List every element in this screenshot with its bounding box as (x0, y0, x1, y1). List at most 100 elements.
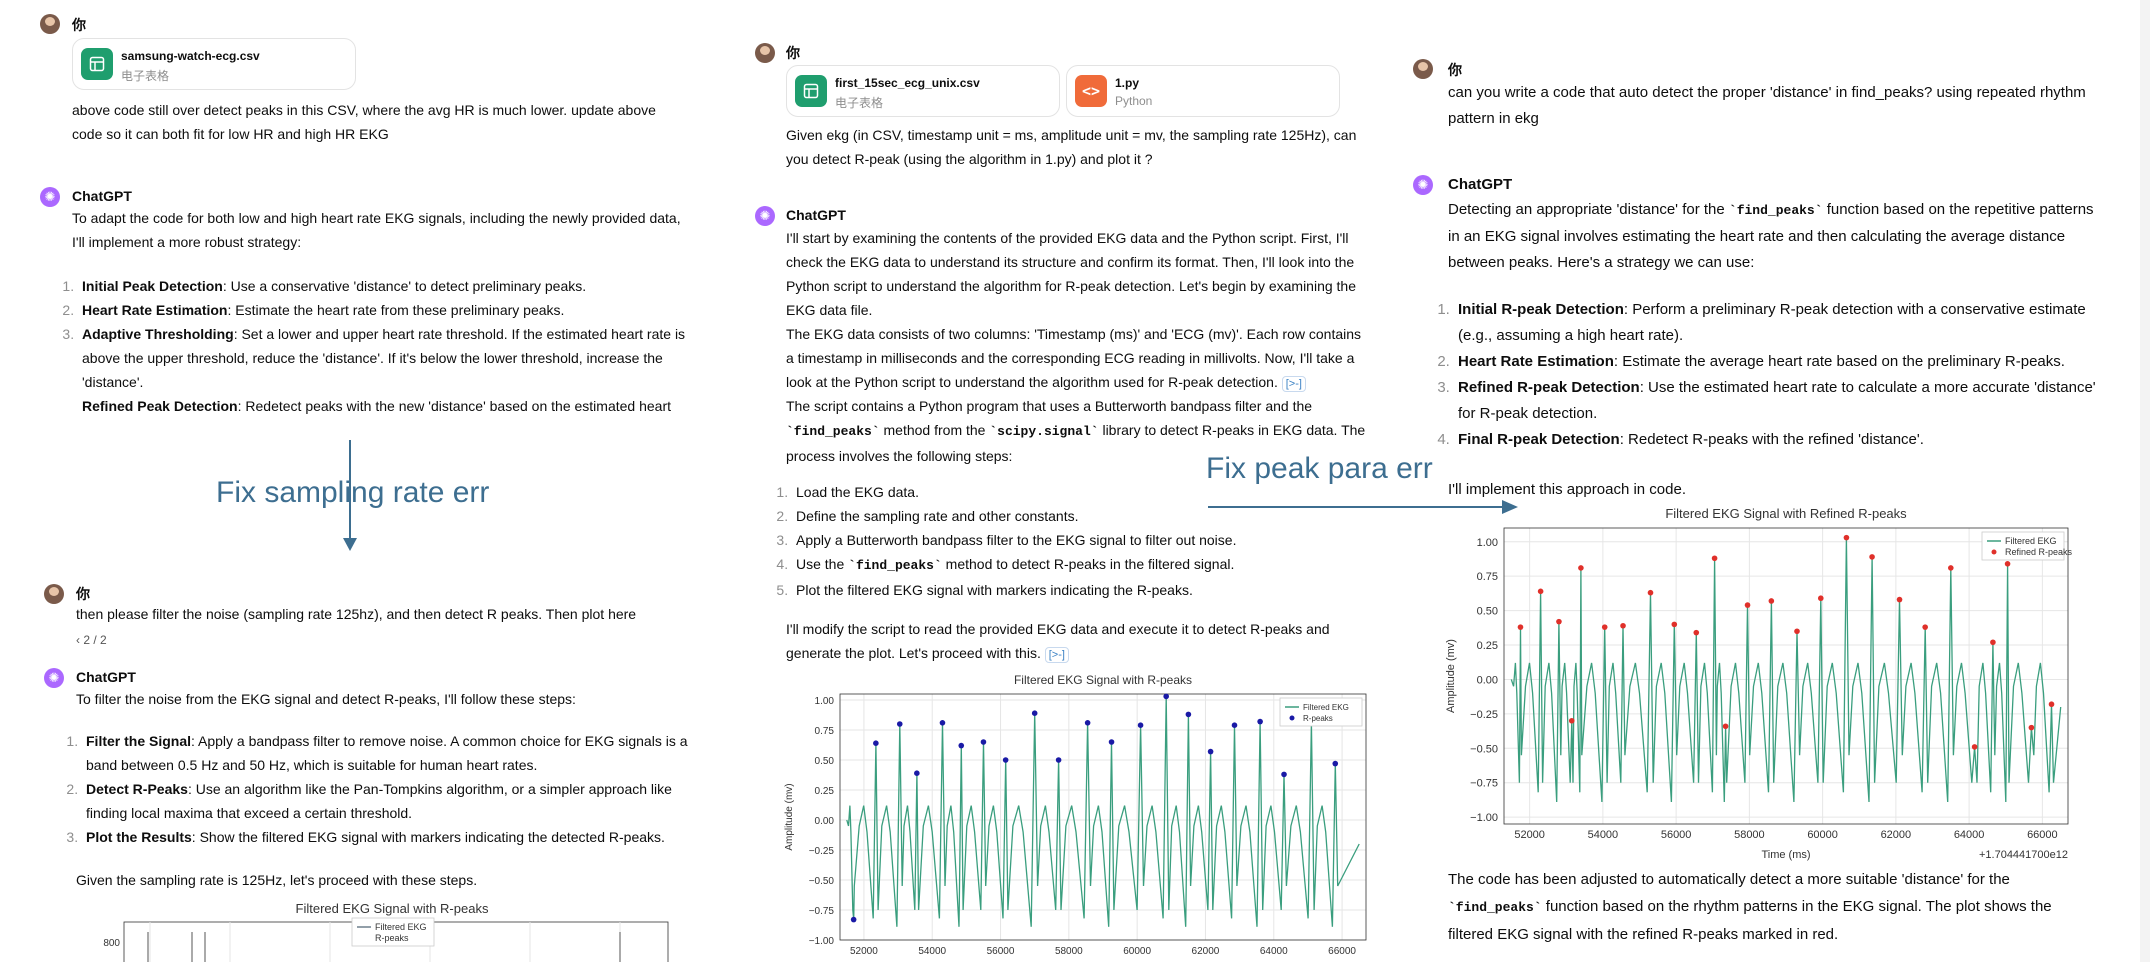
y-tick-label: −1.00 (1470, 812, 1498, 824)
x-tick-label: 56000 (1661, 829, 1692, 841)
assistant-intro-text: To adapt the code for both low and high … (72, 210, 681, 250)
assistant-step-list: Initial Peak Detection: Use a conservati… (56, 274, 698, 416)
y-tick-label: −0.25 (809, 846, 835, 857)
chart-title: Filtered EKG Signal with R-peaks (1014, 673, 1192, 687)
series-line-filtered-ekg (846, 696, 1360, 927)
x-tick-label: 58000 (1734, 829, 1765, 841)
file-type: 电子表格 (835, 96, 884, 110)
assistant-step-list: Filter the Signal: Apply a bandpass filt… (60, 729, 702, 849)
y-tick-label: −0.75 (1470, 778, 1498, 790)
list-item: Refined R-peak Detection: Use the estima… (1454, 375, 2114, 427)
list-item: Final R-peak Detection: Redetect R-peaks… (1454, 427, 2114, 453)
legend-label: Filtered EKG (2005, 536, 2057, 546)
x-tick-label: 60000 (1807, 829, 1838, 841)
ekg-chart-red-peaks: Filtered EKG Signal with Refined R-peaks… (1445, 506, 2073, 861)
user-name: 你 (786, 45, 800, 61)
r-peak-point (1207, 748, 1214, 755)
r-peak-point (1084, 720, 1091, 726)
y-tick-label: 0.75 (815, 726, 835, 737)
assistant-intro-text: To filter the noise from the EKG signal … (76, 691, 576, 707)
r-peak-point (1768, 598, 1775, 604)
y-tick-label: 0.75 (1477, 571, 1498, 583)
file-attachment-card[interactable]: first_15sec_ecg_unix.csv 电子表格 (786, 65, 1060, 117)
r-peak-point (1231, 722, 1238, 728)
r-peak-point (1647, 589, 1654, 596)
spreadsheet-icon (81, 48, 113, 80)
code-output-link[interactable]: [>-] (1281, 376, 1306, 392)
x-tick-label: 52000 (1514, 829, 1545, 841)
r-peak-point (1163, 693, 1169, 700)
file-attachment-card[interactable]: <> 1.py Python (1066, 65, 1340, 117)
r-peak-point (2048, 701, 2055, 708)
assistant-paragraph: The EKG data consists of two columns: 'T… (786, 326, 1362, 392)
y-tick-label: −0.50 (809, 876, 835, 887)
file-type: 电子表格 (121, 69, 170, 83)
message-pager[interactable]: ‹ 2 / 2 (76, 633, 107, 647)
assistant-outro-text: The code has been adjusted to automatica… (1448, 871, 2052, 943)
file-attachment-card[interactable]: samsung-watch-ecg.csv 电子表格 (72, 38, 356, 90)
ekg-chart-blue-peaks: Filtered EKG Signal with R-peaks 1.00 0.75… (784, 673, 1367, 957)
r-peak-point (1257, 718, 1263, 725)
r-peak-point (1556, 618, 1562, 625)
y-tick-label: 0.50 (815, 756, 835, 767)
y-tick-label: 1.00 (815, 696, 835, 707)
y-tick-label: −0.25 (1470, 709, 1498, 721)
r-peak-point (1620, 622, 1626, 629)
code-icon: <> (1075, 75, 1107, 107)
r-peak-point (1055, 757, 1062, 763)
x-tick-label: 54000 (1588, 829, 1619, 841)
legend-label: R-peaks (375, 933, 409, 943)
x-axis-label: Time (ms) (1761, 849, 1810, 861)
y-tick-label: 1.00 (1477, 537, 1498, 549)
legend-label: Filtered EKG (375, 922, 427, 932)
r-peak-point (873, 740, 879, 746)
list-item: Heart Rate Estimation: Estimate the aver… (1454, 349, 2114, 375)
legend-marker-icon (1991, 549, 1997, 555)
r-peak-point (939, 720, 946, 726)
series-line-filtered-ekg (1510, 537, 2062, 803)
scrollbar[interactable] (2140, 0, 2150, 962)
assistant-name: ChatGPT (72, 188, 132, 204)
r-peak-point (1794, 628, 1800, 635)
list-item: Detect R-Peaks: Use an algorithm like th… (82, 777, 702, 825)
assistant-intro-text: Detecting an appropriate 'distance' for … (1448, 201, 2094, 271)
user-message-text: then please filter the noise (sampling r… (76, 606, 637, 622)
r-peak-point (1922, 624, 1928, 630)
r-peak-point (1537, 588, 1544, 595)
r-peak-point (1185, 711, 1192, 718)
legend-label: R-peaks (1303, 714, 1333, 723)
assistant-paragraph: I'll modify the script to read the provi… (786, 621, 1330, 663)
chatgpt-avatar-icon: ✺ (1413, 175, 1433, 195)
user-name: 你 (72, 17, 86, 33)
x-tick-label: 58000 (1055, 946, 1083, 957)
r-peak-point (850, 916, 857, 923)
assistant-name: ChatGPT (1448, 176, 1513, 193)
list-item: Plot the Results: Show the filtered EKG … (82, 825, 702, 849)
y-tick-label: 800 (103, 938, 120, 949)
x-tick-label: 62000 (1881, 829, 1912, 841)
r-peak-point (1971, 744, 1978, 750)
code-output-link[interactable]: [>-] (1044, 647, 1069, 663)
fade-overlay (56, 418, 696, 444)
y-tick-label: 0.00 (815, 816, 835, 827)
r-peak-point (1722, 723, 1729, 730)
r-peak-point (980, 739, 987, 745)
r-peak-point (1896, 596, 1903, 603)
y-tick-label: 0.00 (1477, 674, 1498, 686)
spreadsheet-icon (795, 75, 827, 107)
list-item: Filter the Signal: Apply a bandpass filt… (82, 729, 702, 777)
chart-title: Filtered EKG Signal with Refined R-peaks (1665, 506, 1907, 521)
r-peak-point (1517, 624, 1524, 630)
r-peak-point (1332, 760, 1339, 767)
x-tick-label: 64000 (1954, 829, 1985, 841)
r-peak-point (1108, 739, 1115, 745)
r-peak-point (1990, 639, 1996, 646)
r-peak-point (1578, 565, 1584, 571)
chevron-left-icon[interactable]: ‹ (76, 633, 80, 647)
r-peak-point (1843, 534, 1850, 541)
r-peak-point (1869, 554, 1875, 560)
y-axis-label: Amplitude (mv) (1445, 639, 1457, 713)
user-message-text: Given ekg (in CSV, timestamp unit = ms, … (786, 127, 1357, 167)
chart-title: Filtered EKG Signal with R-peaks (296, 901, 489, 916)
chatgpt-avatar-icon: ✺ (755, 206, 775, 226)
